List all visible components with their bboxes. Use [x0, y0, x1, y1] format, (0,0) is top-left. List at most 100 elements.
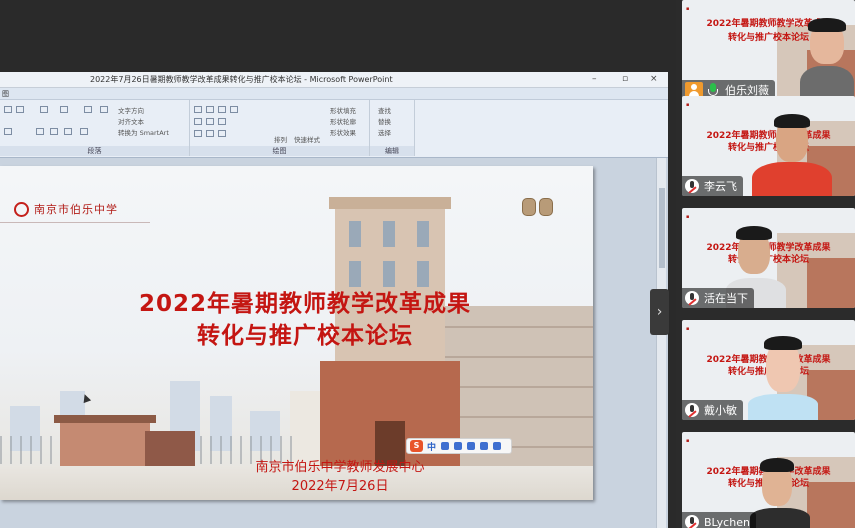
participant-namebar: BLychen	[682, 512, 756, 528]
microphone-on-icon[interactable]	[707, 83, 719, 97]
participant-panel: ▪ 2022年暑期教师教学改革成果 转化与推广校本论坛 伯乐刘薇 ▪ 2022年…	[676, 0, 855, 528]
logo-underline	[0, 222, 150, 223]
align-left-icon[interactable]	[4, 128, 12, 135]
bullets-icon[interactable]	[4, 106, 12, 113]
participant-name: 李云飞	[704, 180, 737, 193]
microphone-muted-icon[interactable]	[685, 515, 699, 528]
shape-bracket-icon[interactable]	[218, 130, 226, 137]
participant-face	[736, 226, 772, 274]
shape-rect-icon[interactable]	[194, 106, 202, 113]
align-right-icon[interactable]	[50, 128, 58, 135]
align-center-icon[interactable]	[36, 128, 44, 135]
paragraph-group-label: 段落	[0, 146, 189, 156]
ribbon: 图 文字方向 对齐文本 转换为 SmartArt 段落 排列 快速样式 形状填充…	[0, 88, 668, 158]
window-title: 2022年7月26日暑期教师教学改革成果转化与推广校本论坛 - Microsof…	[90, 75, 393, 84]
list-icon[interactable]	[60, 106, 68, 113]
school-logo: 南京市伯乐中学	[14, 201, 118, 217]
replace-button[interactable]: 替换	[378, 116, 391, 126]
school-seal-icon	[14, 201, 29, 217]
shape-triangle-icon[interactable]	[194, 118, 202, 125]
shape-outline-button[interactable]: 形状轮廓	[330, 116, 356, 126]
tile-logo: ▪	[686, 6, 690, 12]
select-button[interactable]: 选择	[378, 127, 391, 137]
tile-slide-title: 2022年暑期教师教学改革成果	[706, 131, 831, 141]
slide-title-line1: 2022年暑期教师教学改革成果	[138, 291, 471, 317]
vertical-scrollbar[interactable]	[656, 158, 666, 528]
powerpoint-titlebar: 2022年7月26日暑期教师教学改革成果转化与推广校本论坛 - Microsof…	[0, 72, 668, 88]
microphone-muted-icon[interactable]	[685, 403, 699, 417]
keyboard-icon[interactable]	[467, 442, 476, 450]
participant-tile[interactable]: ▪ 2022年暑期教师教学改革成果 转化与推广校本论坛 活在当下	[682, 208, 855, 308]
participant-face	[760, 458, 794, 506]
slide-title-line2: 转化与推广校本论坛	[197, 323, 413, 349]
meeting-screen: 2022年7月26日暑期教师教学改革成果转化与推广校本论坛 - Microsof…	[0, 0, 855, 528]
toolbox-icon[interactable]	[493, 442, 502, 450]
numbering-icon[interactable]	[40, 106, 48, 113]
ime-toolbar[interactable]: S 中	[406, 438, 512, 454]
ribbon-tab[interactable]: 图	[2, 89, 9, 99]
shape-brace-icon[interactable]	[206, 118, 214, 125]
align-text-button[interactable]: 对齐文本	[118, 116, 144, 126]
tile-logo: ▪	[686, 214, 690, 220]
participant-tile[interactable]: ▪ 2022年暑期教师教学改革成果 转化与推广校本论坛 戴小敏	[682, 320, 855, 420]
participant-tile[interactable]: ▪ 2022年暑期教师教学改革成果 转化与推广校本论坛 李云飞	[682, 96, 855, 196]
participant-face	[774, 114, 810, 162]
slide[interactable]: 南京市伯乐中学 2022年暑期教师教学改革成果 转化与推广校本论坛 南京市伯乐中…	[0, 166, 593, 500]
school-logo-text: 南京市伯乐中学	[34, 203, 118, 216]
distribute-icon[interactable]	[80, 128, 88, 135]
shape-fill-button[interactable]: 形状填充	[330, 105, 356, 115]
tile-logo: ▪	[686, 326, 690, 332]
shape-line-icon[interactable]	[206, 106, 214, 113]
microphone-muted-icon[interactable]	[685, 179, 699, 193]
collapse-panel-button[interactable]: ›	[650, 289, 669, 335]
shape-curve-icon[interactable]	[194, 130, 202, 137]
participant-tile[interactable]: ▪ 2022年暑期教师教学改革成果 转化与推广校本论坛 BLychen	[682, 432, 855, 528]
arrange-button[interactable]: 排列	[274, 134, 287, 144]
participant-namebar: 戴小敏	[682, 400, 743, 420]
paragraph-group: 文字方向 对齐文本 转换为 SmartArt 段落	[0, 100, 190, 156]
microphone-muted-icon[interactable]	[685, 291, 699, 305]
slide-date: 2022年7月26日	[291, 479, 389, 494]
slide-editing-area: 南京市伯乐中学 2022年暑期教师教学改革成果 转化与推广校本论坛 南京市伯乐中…	[0, 158, 668, 528]
shape-callout-icon[interactable]	[206, 130, 214, 137]
participant-name: 活在当下	[704, 292, 748, 305]
skin-icon[interactable]	[480, 442, 489, 450]
shape-star-icon[interactable]	[218, 118, 226, 125]
text-direction-button[interactable]: 文字方向	[118, 105, 144, 115]
justify-icon[interactable]	[64, 128, 72, 135]
shape-arrow-icon[interactable]	[218, 106, 226, 113]
shape-oval-icon[interactable]	[230, 106, 238, 113]
find-button[interactable]: 查找	[378, 105, 391, 115]
slide-organizer: 南京市伯乐中学教师发展中心	[255, 460, 425, 475]
punctuation-icon[interactable]	[441, 442, 450, 450]
line-spacing-icon[interactable]	[84, 106, 92, 113]
ime-mode[interactable]: 中	[427, 440, 436, 453]
shape-effects-button[interactable]: 形状效果	[330, 127, 356, 137]
indent-icon[interactable]	[16, 106, 24, 113]
participant-face	[764, 336, 802, 392]
participant-name: BLychen	[704, 515, 750, 528]
voice-icon[interactable]	[454, 442, 463, 450]
participant-tile[interactable]: ▪ 2022年暑期教师教学改革成果 转化与推广校本论坛 伯乐刘薇	[682, 0, 855, 100]
participant-namebar: 活在当下	[682, 288, 754, 308]
tile-logo: ▪	[686, 438, 690, 444]
participant-namebar: 李云飞	[682, 176, 743, 196]
convert-smartart-button[interactable]: 转换为 SmartArt	[118, 127, 169, 137]
participant-name: 戴小敏	[704, 404, 737, 417]
seal-stamps	[522, 198, 556, 220]
editing-group-label: 编辑	[370, 146, 414, 156]
drawing-group-label: 绘图	[190, 146, 369, 156]
drawing-group: 排列 快速样式 形状填充 形状轮廓 形状效果 绘图	[190, 100, 370, 156]
close-button[interactable]: ×	[650, 74, 658, 84]
sogou-logo-icon: S	[410, 440, 423, 452]
maximize-button[interactable]: ▫	[622, 74, 628, 84]
participant-face	[808, 18, 846, 64]
minimize-button[interactable]: –	[592, 74, 597, 84]
tile-logo: ▪	[686, 102, 690, 108]
ribbon-tabrow: 图	[0, 88, 668, 100]
editing-group: 查找 替换 选择 编辑	[370, 100, 415, 156]
columns-icon[interactable]	[100, 106, 108, 113]
tile-slide-title: 转化与推广校本论坛	[727, 143, 809, 153]
quick-styles-button[interactable]: 快速样式	[294, 134, 320, 144]
shared-screen: 2022年7月26日暑期教师教学改革成果转化与推广校本论坛 - Microsof…	[0, 72, 668, 528]
